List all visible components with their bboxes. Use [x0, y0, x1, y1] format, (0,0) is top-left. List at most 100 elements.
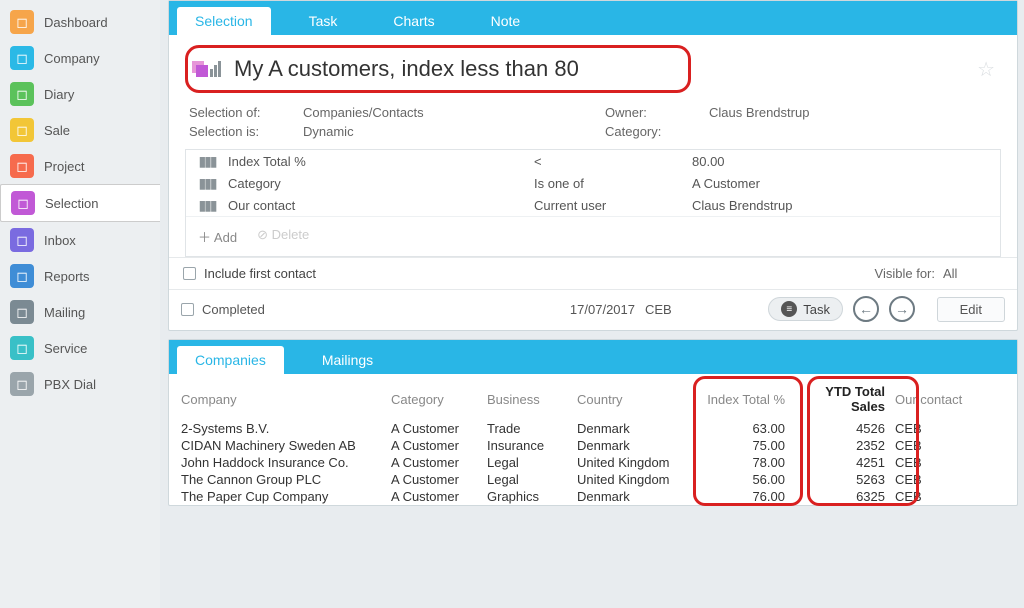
sidebar: ◻Dashboard◻Company◻Diary◻Sale◻Project◻Se…: [0, 0, 160, 608]
criterion-value: A Customer: [692, 176, 990, 191]
cell-country: Denmark: [577, 438, 695, 453]
nav-item-pbx-dial[interactable]: ◻PBX Dial: [0, 366, 160, 402]
results-table: Company Category Business Country Index …: [169, 374, 1017, 505]
plus-icon: ＋: [198, 230, 211, 245]
selection-meta: Selection of: Companies/Contacts Owner: …: [185, 93, 1001, 145]
meta-value: [709, 124, 997, 139]
tab-charts[interactable]: Charts: [375, 7, 452, 35]
cell-business: Insurance: [487, 438, 577, 453]
nav-label: Project: [44, 159, 84, 174]
task-button[interactable]: ≡ Task: [768, 297, 843, 321]
table-row[interactable]: The Cannon Group PLCA CustomerLegalUnite…: [169, 471, 1017, 488]
nav-item-service[interactable]: ◻Service: [0, 330, 160, 366]
cell-category: A Customer: [391, 421, 487, 436]
cell-contact: CEB: [895, 421, 995, 436]
meta-label: Category:: [605, 124, 695, 139]
prev-button[interactable]: ←: [853, 296, 879, 322]
criterion-row[interactable]: ▮▮▮Index Total %<80.00: [186, 150, 1000, 172]
cell-ytd: 2352: [795, 438, 895, 453]
col-country[interactable]: Country: [577, 392, 695, 407]
cell-company: 2-Systems B.V.: [181, 421, 391, 436]
cell-country: Denmark: [577, 421, 695, 436]
include-first-contact-checkbox[interactable]: [183, 267, 196, 280]
cell-contact: CEB: [895, 489, 995, 504]
table-row[interactable]: The Paper Cup CompanyA CustomerGraphicsD…: [169, 488, 1017, 505]
nav-item-company[interactable]: ◻ Company: [0, 40, 160, 76]
meta-label: Selection of:: [189, 105, 289, 120]
delete-label: Delete: [272, 227, 310, 242]
selection-date: 17/07/2017: [495, 302, 635, 317]
criterion-value: 80.00: [692, 154, 990, 169]
cell-category: A Customer: [391, 489, 487, 504]
next-button[interactable]: →: [889, 296, 915, 322]
cell-contact: CEB: [895, 438, 995, 453]
bars-icon: ▮▮▮: [196, 174, 218, 192]
cell-index: 76.00: [695, 489, 795, 504]
cell-business: Graphics: [487, 489, 577, 504]
tab-note[interactable]: Note: [473, 7, 539, 35]
selection-tabbar: Selection Task Charts Note: [169, 1, 1017, 35]
table-row[interactable]: 2-Systems B.V.A CustomerTradeDenmark63.0…: [169, 420, 1017, 437]
add-criterion-button[interactable]: ＋ Add: [198, 227, 237, 246]
delete-criterion-button[interactable]: ⊘ Delete: [257, 227, 309, 246]
cell-contact: CEB: [895, 455, 995, 470]
results-tabbar: Companies Mailings: [169, 340, 1017, 374]
company-icon: ◻: [10, 46, 34, 70]
selection-user: CEB: [645, 302, 705, 317]
meta-label: Owner:: [605, 105, 695, 120]
cell-country: Denmark: [577, 489, 695, 504]
cell-business: Legal: [487, 455, 577, 470]
criterion-field: Our contact: [228, 198, 526, 213]
criterion-op: <: [534, 154, 684, 169]
project-icon: ◻: [10, 154, 34, 178]
criterion-row[interactable]: ▮▮▮Our contactCurrent userClaus Brendstr…: [186, 194, 1000, 216]
nav-item-mailing[interactable]: ◻Mailing: [0, 294, 160, 330]
completed-checkbox[interactable]: [181, 303, 194, 316]
col-index[interactable]: Index Total %: [695, 392, 795, 407]
nav-label: Company: [44, 51, 100, 66]
reports-icon: ◻: [10, 264, 34, 288]
cell-category: A Customer: [391, 438, 487, 453]
criterion-op: Is one of: [534, 176, 684, 191]
cell-company: John Haddock Insurance Co.: [181, 455, 391, 470]
col-business[interactable]: Business: [487, 392, 577, 407]
nav-item-diary[interactable]: ◻Diary: [0, 76, 160, 112]
table-header-row: Company Category Business Country Index …: [169, 374, 1017, 420]
criterion-op: Current user: [534, 198, 684, 213]
table-row[interactable]: John Haddock Insurance Co.A CustomerLega…: [169, 454, 1017, 471]
selection-title: My A customers, index less than 80: [234, 56, 579, 82]
completed-label: Completed: [202, 302, 265, 317]
meta-label: Selection is:: [189, 124, 289, 139]
nav-label: Service: [44, 341, 87, 356]
edit-button[interactable]: Edit: [937, 297, 1005, 322]
col-category[interactable]: Category: [391, 392, 487, 407]
tab-task[interactable]: Task: [291, 7, 356, 35]
nav-item-inbox[interactable]: ◻Inbox: [0, 222, 160, 258]
nav-label: Selection: [45, 196, 98, 211]
nav-item-reports[interactable]: ◻Reports: [0, 258, 160, 294]
nav-item-selection[interactable]: ◻Selection: [0, 184, 160, 222]
nav-item-project[interactable]: ◻ Project: [0, 148, 160, 184]
visible-for-value[interactable]: All: [943, 266, 1003, 281]
cell-category: A Customer: [391, 455, 487, 470]
col-company[interactable]: Company: [181, 392, 391, 407]
cell-company: The Paper Cup Company: [181, 489, 391, 504]
cell-index: 56.00: [695, 472, 795, 487]
cell-company: CIDAN Machinery Sweden AB: [181, 438, 391, 453]
results-card: Companies Mailings Company Category Busin…: [168, 339, 1018, 506]
cell-ytd: 4251: [795, 455, 895, 470]
table-row[interactable]: CIDAN Machinery Sweden ABA CustomerInsur…: [169, 437, 1017, 454]
tab-companies[interactable]: Companies: [177, 346, 284, 374]
bars-icon: ▮▮▮: [196, 196, 218, 214]
tab-selection[interactable]: Selection: [177, 7, 271, 35]
nav-item-dashboard[interactable]: ◻Dashboard: [0, 4, 160, 40]
favorite-star-icon[interactable]: ☆: [977, 57, 995, 82]
nav-item-sale[interactable]: ◻Sale: [0, 112, 160, 148]
col-contact[interactable]: Our contact: [895, 392, 995, 407]
cell-ytd: 6325: [795, 489, 895, 504]
tab-mailings[interactable]: Mailings: [304, 346, 391, 374]
criterion-row[interactable]: ▮▮▮CategoryIs one ofA Customer: [186, 172, 1000, 194]
cell-business: Trade: [487, 421, 577, 436]
dashboard-icon: ◻: [10, 10, 34, 34]
col-ytd[interactable]: YTD Total Sales: [795, 384, 895, 414]
